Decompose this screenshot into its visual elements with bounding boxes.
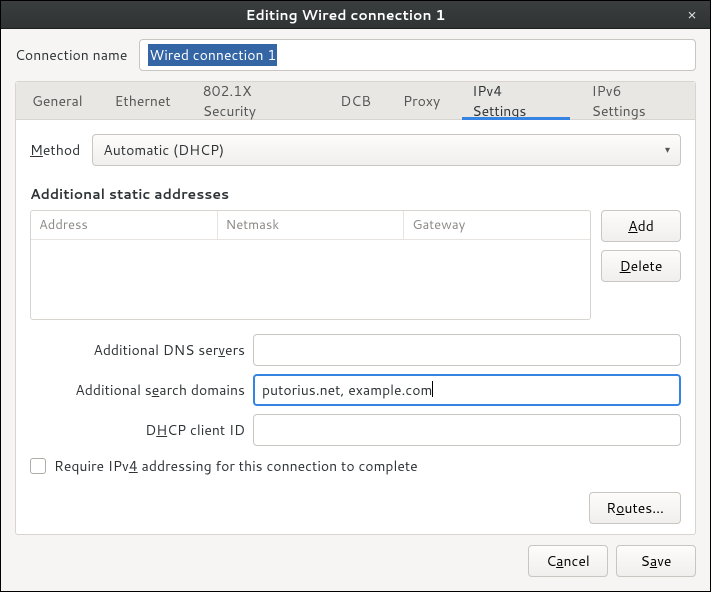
method-label: Method xyxy=(30,140,80,160)
col-address[interactable]: Address xyxy=(31,211,218,239)
tab-general[interactable]: General xyxy=(16,82,99,119)
require-ipv4-label: Require IPv4 addressing for this connect… xyxy=(54,456,418,476)
search-label: Additional search domains xyxy=(30,380,245,400)
dhcp-client-id-input[interactable] xyxy=(253,414,681,446)
dialog-window: Editing Wired connection 1 × Connection … xyxy=(0,0,711,592)
close-icon[interactable]: × xyxy=(682,5,702,25)
routes-row: Routes… xyxy=(30,492,681,524)
titlebar: Editing Wired connection 1 × xyxy=(1,1,710,29)
tab-ipv4[interactable]: IPv4 Settings xyxy=(456,82,575,119)
dns-label: Additional DNS servers xyxy=(30,340,245,360)
content-area: Connection name Wired connection 1 Gener… xyxy=(1,29,710,535)
additional-addresses-header: Additional static addresses xyxy=(30,184,681,204)
routes-button[interactable]: Routes… xyxy=(589,492,681,524)
tab-dcb[interactable]: DCB xyxy=(324,82,387,119)
tab-proxy[interactable]: Proxy xyxy=(387,82,456,119)
connection-name-input[interactable]: Wired connection 1 xyxy=(139,39,696,71)
save-button[interactable]: Save xyxy=(616,545,696,577)
addresses-buttons: Add Delete xyxy=(601,210,681,320)
addresses-area: Address Netmask Gateway Add Delete xyxy=(30,210,681,320)
dialog-footer: Cancel Save xyxy=(1,535,710,591)
connection-name-value: Wired connection 1 xyxy=(148,44,277,66)
add-button[interactable]: Add xyxy=(601,210,681,242)
tab-ethernet[interactable]: Ethernet xyxy=(99,82,187,119)
search-domains-input[interactable]: putorius.net, example.com xyxy=(253,374,681,406)
method-value: Automatic (DHCP) xyxy=(103,140,224,160)
addresses-header-row: Address Netmask Gateway xyxy=(31,211,590,240)
delete-button[interactable]: Delete xyxy=(601,250,681,282)
method-row: Method Automatic (DHCP) ▾ xyxy=(30,134,681,166)
tab-bar: General Ethernet 802.1X Security DCB Pro… xyxy=(16,82,695,120)
require-ipv4-row[interactable]: Require IPv4 addressing for this connect… xyxy=(30,456,681,476)
chevron-down-icon: ▾ xyxy=(665,143,670,157)
tab-ipv6[interactable]: IPv6 Settings xyxy=(576,82,695,119)
connection-name-row: Connection name Wired connection 1 xyxy=(15,39,696,71)
addresses-table[interactable]: Address Netmask Gateway xyxy=(30,210,591,320)
method-combo[interactable]: Automatic (DHCP) ▾ xyxy=(92,134,681,166)
require-ipv4-checkbox[interactable] xyxy=(30,458,46,474)
col-netmask[interactable]: Netmask xyxy=(218,211,405,239)
ipv4-page: Method Automatic (DHCP) ▾ Additional sta… xyxy=(16,120,695,534)
col-gateway[interactable]: Gateway xyxy=(404,211,590,239)
text-caret xyxy=(432,381,433,397)
dhcp-client-id-label: DHCP client ID xyxy=(30,420,245,440)
cancel-button[interactable]: Cancel xyxy=(528,545,608,577)
connection-name-label: Connection name xyxy=(15,45,127,65)
tab-8021x[interactable]: 802.1X Security xyxy=(187,82,325,119)
window-title: Editing Wired connection 1 xyxy=(9,5,682,25)
dns-input[interactable] xyxy=(253,334,681,366)
form-grid: Additional DNS servers Additional search… xyxy=(30,334,681,446)
notebook: General Ethernet 802.1X Security DCB Pro… xyxy=(15,81,696,535)
